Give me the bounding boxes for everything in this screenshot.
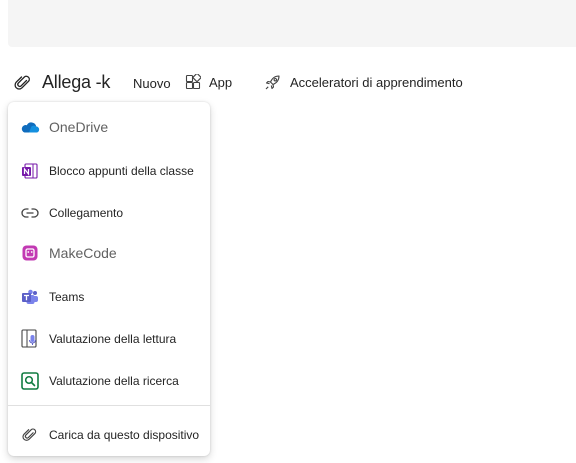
apps-icon — [185, 74, 201, 90]
menu-item-makecode[interactable]: MakeCode — [8, 236, 210, 270]
assignment-toolbar: Allega -k Nuovo App Acceleratori di appr… — [0, 66, 576, 106]
menu-item-label: Blocco appunti della classe — [49, 164, 194, 178]
rocket-icon — [264, 74, 281, 91]
menu-item-label: Teams — [49, 290, 85, 304]
onenote-icon — [19, 160, 41, 182]
attach-label: Allega -k — [42, 72, 111, 92]
menu-item-upload-from-device[interactable]: Carica da questo dispositivo — [8, 418, 210, 452]
accelerators-label: Acceleratori di apprendimento — [290, 75, 463, 90]
menu-item-class-notebook[interactable]: Blocco appunti della classe — [8, 154, 210, 188]
top-input-area — [8, 0, 576, 47]
app-label: App — [209, 74, 233, 90]
menu-item-label: Valutazione della lettura — [49, 332, 177, 346]
menu-item-label: Collegamento — [49, 206, 124, 220]
paperclip-icon — [19, 424, 41, 446]
menu-item-search-progress[interactable]: Valutazione della ricerca — [8, 364, 210, 398]
search-progress-icon — [19, 370, 41, 392]
menu-item-label: Valutazione della ricerca — [49, 374, 179, 388]
teams-icon — [19, 286, 41, 308]
menu-divider — [8, 405, 210, 406]
menu-item-label: MakeCode — [49, 245, 117, 261]
menu-item-teams[interactable]: Teams — [8, 280, 210, 314]
learning-accelerators-button[interactable]: Acceleratori di apprendimento — [264, 74, 463, 91]
reading-progress-icon — [19, 328, 41, 350]
new-button[interactable]: Nuovo — [133, 76, 171, 91]
menu-item-label: OneDrive — [49, 119, 109, 135]
makecode-icon — [19, 242, 41, 264]
new-label: Nuovo — [133, 76, 171, 91]
attach-menu: OneDrive Blocco appunti della classe Col… — [8, 102, 210, 456]
menu-item-reading-progress[interactable]: Valutazione della lettura — [8, 322, 210, 356]
menu-item-label: Carica da questo dispositivo — [49, 428, 200, 442]
attach-button[interactable]: Allega -k — [14, 72, 110, 93]
paperclip-icon — [14, 74, 32, 92]
menu-item-link[interactable]: Collegamento — [8, 196, 210, 230]
menu-item-onedrive[interactable]: OneDrive — [8, 110, 210, 144]
app-button[interactable]: App — [185, 74, 232, 90]
onedrive-icon — [19, 116, 41, 138]
link-icon — [19, 202, 41, 224]
